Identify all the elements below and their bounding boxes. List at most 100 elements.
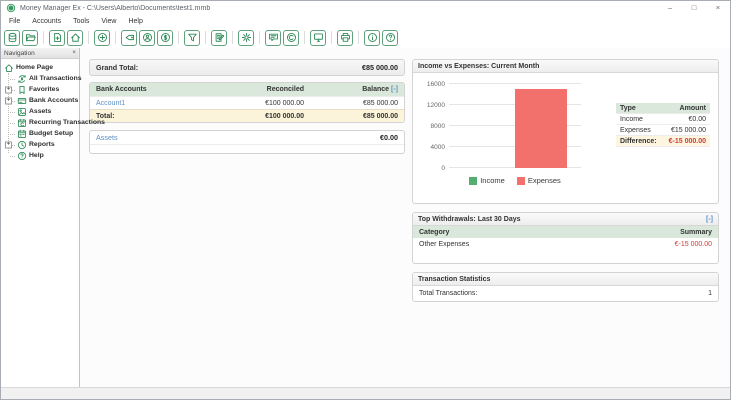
sidebar-item-recurring-transactions[interactable]: Recurring Transactions xyxy=(3,117,105,128)
col-category: Category xyxy=(419,228,450,236)
toolbar-separator xyxy=(178,31,179,44)
nav-help-icon xyxy=(16,150,27,161)
about-icon[interactable] xyxy=(364,29,380,46)
bank-accounts-icon xyxy=(16,95,27,106)
difference-value: €-15 000.00 xyxy=(668,137,706,145)
expenses-row: Expenses €15 000.00 xyxy=(616,125,710,136)
bar-expenses xyxy=(515,89,567,168)
income-expense-table-header: Type Amount xyxy=(616,103,710,114)
legend-swatch xyxy=(469,176,478,185)
window-title: Money Manager Ex - C:\Users\Alberto\Docu… xyxy=(20,4,211,12)
news-icon[interactable] xyxy=(265,29,281,46)
currencies-icon[interactable] xyxy=(157,29,173,46)
legend-item-expenses: Expenses xyxy=(516,176,561,185)
payees-icon[interactable] xyxy=(139,29,155,46)
menu-help[interactable]: Help xyxy=(122,18,148,25)
close-button[interactable]: × xyxy=(706,1,730,15)
income-label: Income xyxy=(620,115,643,123)
recurring-transactions-icon xyxy=(16,117,27,128)
print-icon[interactable] xyxy=(337,29,353,46)
toolbar-separator xyxy=(88,31,89,44)
col-bank-accounts: Bank Accounts xyxy=(96,86,147,93)
sidebar-item-bank-accounts[interactable]: + Bank Accounts xyxy=(3,95,79,106)
withdrawal-summary: €-15 000.00 xyxy=(674,240,712,248)
sidebar-item-label: Home Page xyxy=(16,64,54,71)
transaction-statistics-title: Transaction Statistics xyxy=(418,275,491,283)
sidebar-item-favorites[interactable]: + Favorites xyxy=(3,84,79,95)
navigation-panel-header: Navigation × xyxy=(1,48,79,59)
col-reconciled: Reconciled xyxy=(266,86,304,93)
sidebar-item-budget-setup[interactable]: Budget Setup xyxy=(3,128,79,139)
sidebar-item-reports[interactable]: + Reports xyxy=(3,139,79,150)
menu-view[interactable]: View xyxy=(95,18,122,25)
difference-row: Difference: €-15 000.00 xyxy=(616,136,710,147)
sidebar-item-label: Reports xyxy=(29,141,55,148)
income-amount: €0.00 xyxy=(688,115,706,123)
navigation-panel: Navigation × Home Page All Transactions + F… xyxy=(1,48,105,387)
new-file-icon[interactable] xyxy=(49,29,65,46)
account-reconciled: €100 000.00 xyxy=(265,99,304,107)
sidebar-item-all-transactions[interactable]: All Transactions xyxy=(3,73,82,84)
expander-icon[interactable]: + xyxy=(5,97,12,104)
toolbar xyxy=(1,27,730,48)
difference-label: Difference: xyxy=(620,137,657,145)
toolbar-separator xyxy=(232,31,233,44)
sidebar-item-label: Bank Accounts xyxy=(29,97,79,104)
app-logo-icon xyxy=(6,3,16,13)
home-page-icon[interactable] xyxy=(67,29,83,46)
grand-total-bar: Grand Total: €85 000.00 xyxy=(89,59,405,76)
sidebar-item-assets[interactable]: Assets xyxy=(3,106,79,117)
expander-icon[interactable]: + xyxy=(5,86,12,93)
nav-home-icon xyxy=(3,62,14,73)
toolbar-separator xyxy=(205,31,206,44)
minimize-button[interactable]: – xyxy=(658,1,682,15)
account-link[interactable]: Account1 xyxy=(96,100,154,107)
all-transactions-icon xyxy=(16,73,27,84)
collapse-link[interactable]: [-] xyxy=(391,86,398,93)
new-transaction-icon[interactable] xyxy=(94,29,110,46)
options-icon[interactable] xyxy=(238,29,254,46)
toolbar-separator xyxy=(259,31,260,44)
filter-icon[interactable] xyxy=(184,29,200,46)
income-expense-table: Type Amount Income €0.00 Expenses €15 00… xyxy=(616,103,710,203)
total-balance: €85 000.00 xyxy=(362,112,398,120)
open-database-icon[interactable] xyxy=(22,29,38,46)
left-column: Grand Total: €85 000.00 Bank Accounts Re… xyxy=(89,59,405,154)
legend-label: Income xyxy=(480,176,505,185)
bank-accounts-panel: Bank Accounts Reconciled Balance [-] Acc… xyxy=(89,82,405,123)
grand-total-value: €85 000.00 xyxy=(362,63,398,72)
menu-tools[interactable]: Tools xyxy=(67,18,95,25)
income-vs-expenses-title: Income vs Expenses: Current Month xyxy=(418,62,540,70)
menu-file[interactable]: File xyxy=(3,18,26,25)
maximize-button[interactable]: □ xyxy=(682,1,706,15)
col-balance: Balance [-] xyxy=(304,86,398,93)
assets-link[interactable]: Assets xyxy=(96,133,118,142)
collapse-link[interactable]: [-] xyxy=(706,216,713,223)
nav-reports-icon xyxy=(16,139,27,150)
expander-icon[interactable]: + xyxy=(5,141,12,148)
sidebar-item-label: Recurring Transactions xyxy=(29,119,105,126)
assets-panel: Assets €0.00 xyxy=(89,130,405,154)
reports-icon[interactable] xyxy=(310,29,326,46)
col-balance-label: Balance xyxy=(362,86,390,93)
navigation-close-icon[interactable]: × xyxy=(72,49,76,57)
y-tick-label: 12000 xyxy=(426,102,445,109)
categories-icon[interactable] xyxy=(121,29,137,46)
sidebar-item-help[interactable]: Help xyxy=(3,150,79,161)
expenses-label: Expenses xyxy=(620,126,651,134)
help-icon[interactable] xyxy=(382,29,398,46)
new-database-icon[interactable] xyxy=(4,29,20,46)
right-column: Income vs Expenses: Current Month 0 4000 8… xyxy=(412,59,719,302)
top-withdrawals-panel: Top Withdrawals: Last 30 Days [-] Catego… xyxy=(412,212,719,264)
sidebar-item-label: Favorites xyxy=(29,86,60,93)
grm-icon[interactable] xyxy=(211,29,227,46)
nav-tree: Home Page All Transactions + Favorites + Bank… xyxy=(1,59,105,387)
sidebar-item-label: All Transactions xyxy=(29,75,82,82)
total-transactions-label: Total Transactions: xyxy=(419,290,478,297)
menu-accounts[interactable]: Accounts xyxy=(26,18,67,25)
currency-rates-icon[interactable] xyxy=(283,29,299,46)
sidebar-item-home-page[interactable]: Home Page xyxy=(3,62,79,73)
toolbar-separator xyxy=(331,31,332,44)
grand-total-label: Grand Total: xyxy=(96,63,139,72)
top-withdrawals-padding xyxy=(413,250,718,263)
